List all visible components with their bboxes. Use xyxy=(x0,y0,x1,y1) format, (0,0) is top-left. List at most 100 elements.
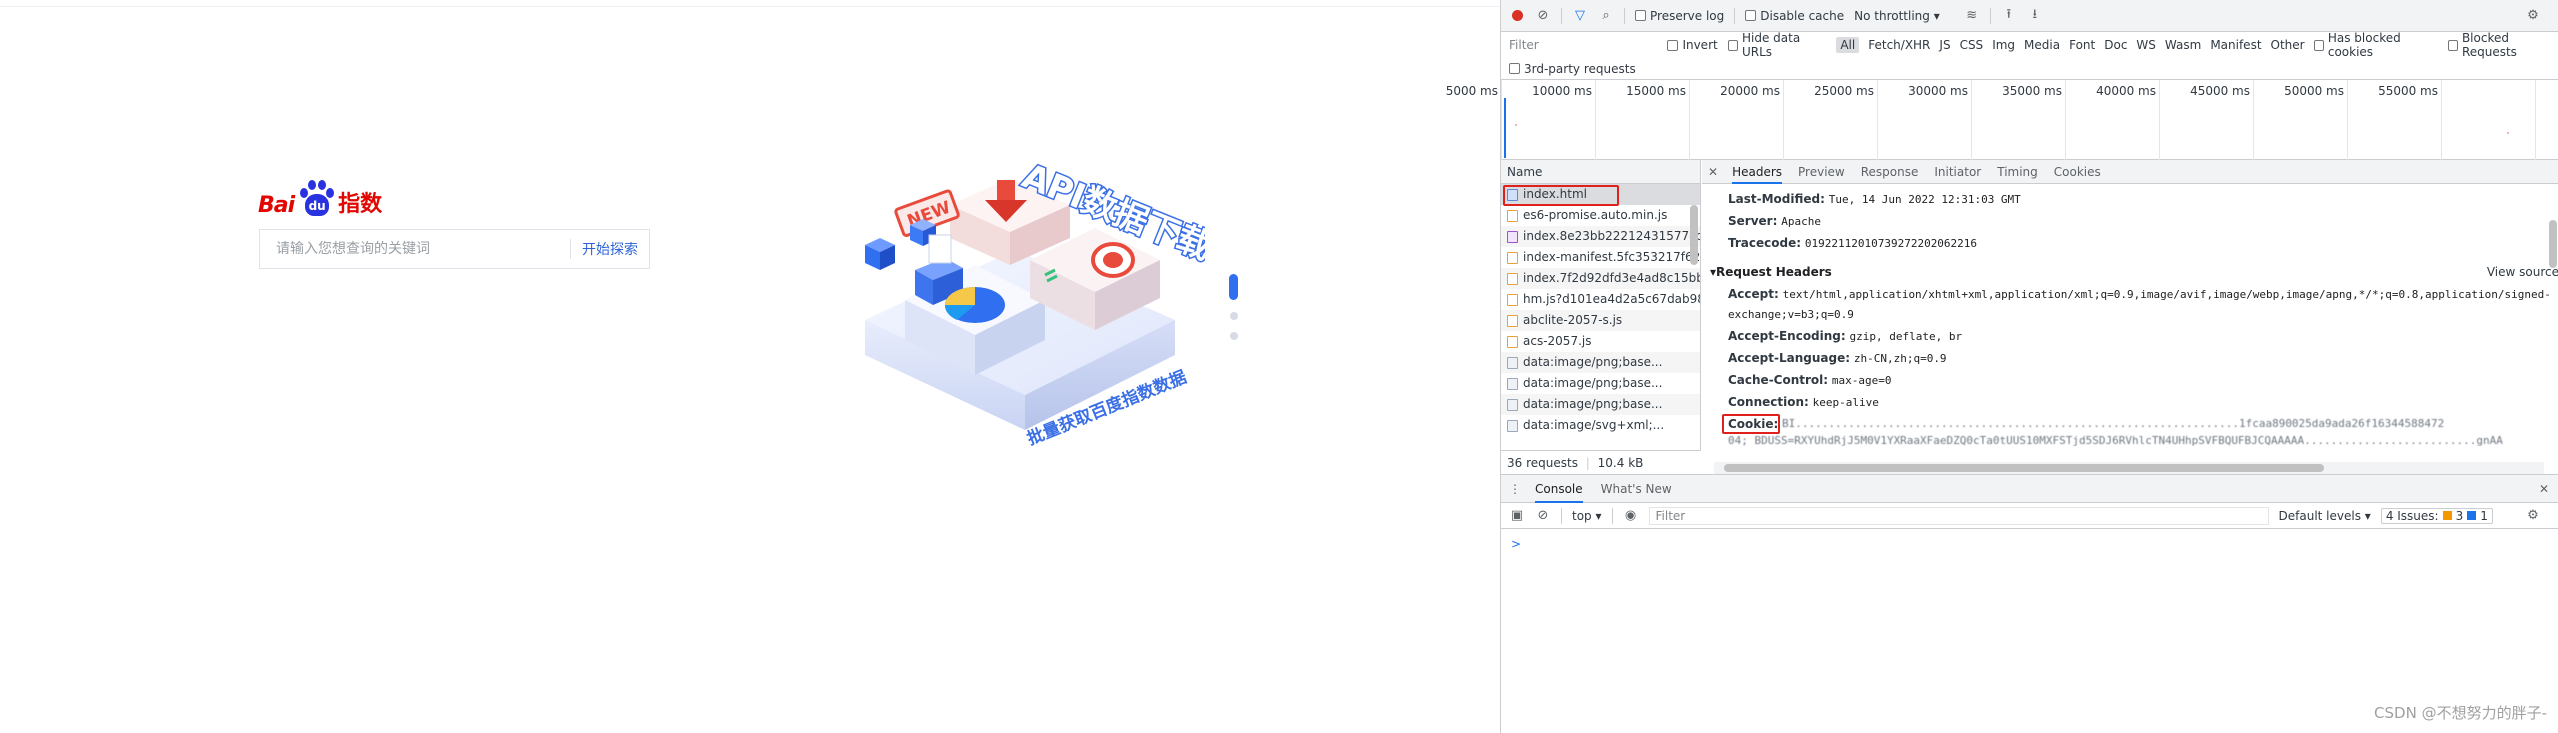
baidu-index-logo[interactable]: Bai du 指数 xyxy=(258,176,382,218)
hide-data-urls-checkbox[interactable]: Hide data URLs xyxy=(1727,31,1827,59)
throttling-select[interactable]: No throttling ▾ xyxy=(1854,9,1940,23)
script-icon xyxy=(1507,335,1518,348)
timeline-request-bar xyxy=(1504,98,1506,158)
request-row[interactable]: data:image/png;base... xyxy=(1501,394,1700,415)
close-icon[interactable]: ✕ xyxy=(1708,165,1718,179)
request-row[interactable]: abclite-2057-s.js xyxy=(1501,310,1700,331)
keyword-search-box: 开始探索 xyxy=(259,229,650,269)
log-levels-select[interactable]: Default levels ▾ xyxy=(2279,509,2371,523)
eye-icon[interactable]: ◉ xyxy=(1623,508,1639,524)
script-icon xyxy=(1507,272,1518,285)
request-row[interactable]: index.8e23bb22212431577cc xyxy=(1501,226,1700,247)
header-accept-continued: exchange;v=b3;q=0.9 xyxy=(1728,308,1854,321)
type-filter-js[interactable]: JS xyxy=(1939,38,1950,52)
filter-icon[interactable]: ▽ xyxy=(1572,8,1588,24)
type-filter-ws[interactable]: WS xyxy=(2136,38,2155,52)
carousel-dot[interactable] xyxy=(1230,332,1238,340)
third-party-requests-checkbox[interactable]: 3rd-party requests xyxy=(1509,62,1636,76)
timeline-tick: 5000 ms xyxy=(1446,80,1502,160)
start-explore-button[interactable]: 开始探索 xyxy=(571,239,649,259)
carousel-dot-active[interactable] xyxy=(1229,274,1238,300)
type-filter-font[interactable]: Font xyxy=(2069,38,2095,52)
record-icon[interactable] xyxy=(1509,8,1525,24)
timeline-tick xyxy=(2535,80,2536,160)
console-filter-input[interactable]: Filter xyxy=(1648,506,2269,525)
tab-timing[interactable]: Timing xyxy=(1997,160,2038,184)
type-filter-fetch-xhr[interactable]: Fetch/XHR xyxy=(1868,38,1930,52)
issues-counter[interactable]: 4 Issues: 3 1 xyxy=(2380,507,2493,524)
drawer-menu-icon[interactable]: ⋮ xyxy=(1509,482,1521,496)
api-download-illustration[interactable]: NEW API数据下载 批量获取百度指数数据 xyxy=(845,140,1205,480)
type-filter-img[interactable]: Img xyxy=(1992,38,2015,52)
invert-checkbox[interactable]: Invert xyxy=(1667,38,1718,52)
disable-cache-label: Disable cache xyxy=(1760,8,1845,23)
request-row[interactable]: data:image/png;base... xyxy=(1501,373,1700,394)
tab-response[interactable]: Response xyxy=(1861,160,1919,184)
close-drawer-icon[interactable]: ✕ xyxy=(2539,482,2549,496)
tab-preview[interactable]: Preview xyxy=(1798,160,1845,184)
script-icon xyxy=(1507,209,1518,222)
tab-initiator[interactable]: Initiator xyxy=(1934,160,1981,184)
tab-cookies[interactable]: Cookies xyxy=(2054,160,2101,184)
request-row[interactable]: es6-promise.auto.min.js xyxy=(1501,205,1700,226)
type-filter-other[interactable]: Other xyxy=(2271,38,2305,52)
chevron-down-icon: ▾ xyxy=(1933,8,1940,23)
preserve-log-label: Preserve log xyxy=(1650,8,1725,23)
keyword-search-input[interactable] xyxy=(260,231,570,267)
console-settings-gear-icon[interactable]: ⚙ xyxy=(2525,508,2541,524)
headers-content: Last-Modified: Tue, 14 Jun 2022 12:31:03… xyxy=(1702,186,2558,446)
network-overview-timeline[interactable]: 5000 ms 10000 ms 15000 ms 20000 ms 25000… xyxy=(1446,80,2558,160)
network-filter-bar: Filter Invert Hide data URLs All Fetch/X… xyxy=(1501,31,2558,59)
has-blocked-cookies-checkbox[interactable]: Has blocked cookies xyxy=(2313,31,2440,59)
export-har-icon[interactable]: ⭳ xyxy=(2027,7,2043,24)
image-icon xyxy=(1507,356,1518,369)
request-row[interactable]: data:image/png;base... xyxy=(1501,352,1700,373)
request-row[interactable]: index-manifest.5fc353217f623 xyxy=(1501,247,1700,268)
tab-whats-new[interactable]: What's New xyxy=(1601,475,1672,503)
context-select[interactable]: top ▾ xyxy=(1572,509,1602,523)
type-filter-css[interactable]: CSS xyxy=(1960,38,1984,52)
request-row[interactable]: data:image/svg+xml;... xyxy=(1501,415,1700,436)
settings-gear-icon[interactable]: ⚙ xyxy=(2525,8,2541,24)
disable-cache-checkbox[interactable]: Disable cache xyxy=(1745,9,1844,23)
tab-headers[interactable]: Headers xyxy=(1732,160,1783,184)
detail-vertical-scrollbar[interactable] xyxy=(2549,220,2557,268)
detail-horizontal-scrollbar[interactable] xyxy=(1714,462,2544,474)
console-toolbar: ▣ ⊘ top ▾ ◉ Filter Default levels ▾ 4 Is… xyxy=(1501,503,2558,529)
sidebar-toggle-icon[interactable]: ▣ xyxy=(1509,508,1525,524)
toolbar-divider xyxy=(1989,7,1991,24)
type-filter-all[interactable]: All xyxy=(1836,37,1860,53)
request-row[interactable]: acs-2057.js xyxy=(1501,331,1700,352)
request-list-scrollbar[interactable] xyxy=(1690,205,1698,265)
clear-icon[interactable]: ⊘ xyxy=(1535,8,1551,24)
image-icon xyxy=(1507,419,1518,432)
name-column-header[interactable]: Name xyxy=(1501,160,1700,184)
preserve-log-checkbox[interactable]: Preserve log xyxy=(1635,9,1724,23)
console-prompt[interactable]: > xyxy=(1511,537,1521,551)
drawer-tabs: ⋮ Console What's New ✕ xyxy=(1501,475,2558,503)
type-filter-wasm[interactable]: Wasm xyxy=(2165,38,2201,52)
clear-console-icon[interactable]: ⊘ xyxy=(1535,508,1551,524)
carousel-dot[interactable] xyxy=(1230,312,1238,320)
header-cookie-value: BI......................................… xyxy=(1782,417,2445,430)
request-row[interactable]: hm.js?d101ea4d2a5c67dab98 xyxy=(1501,289,1700,310)
toolbar-divider xyxy=(1561,507,1562,524)
view-source-link[interactable]: View source xyxy=(2487,265,2558,279)
type-filter-media[interactable]: Media xyxy=(2024,38,2060,52)
network-filter-input[interactable]: Filter xyxy=(1509,38,1667,52)
type-filter-manifest[interactable]: Manifest xyxy=(2210,38,2261,52)
timeline-tick: 45000 ms xyxy=(2190,80,2254,160)
import-har-icon[interactable]: ⭱ xyxy=(2001,7,2017,24)
tab-console[interactable]: Console xyxy=(1535,475,1583,503)
carousel-indicator[interactable] xyxy=(1229,274,1238,340)
type-filter-doc[interactable]: Doc xyxy=(2104,38,2127,52)
header-connection: Connection: keep-alive xyxy=(1728,395,1879,409)
request-headers-section-toggle[interactable]: ▾Request Headers xyxy=(1710,265,1832,279)
request-list: Name index.html es6-promise.auto.min.js … xyxy=(1501,160,1701,494)
header-server: Server: Apache xyxy=(1728,214,1821,228)
blocked-requests-checkbox[interactable]: Blocked Requests xyxy=(2447,31,2558,59)
request-row[interactable]: index.7f2d92dfd3e4ad8c15bb xyxy=(1501,268,1700,289)
network-conditions-icon[interactable]: ≋ xyxy=(1964,8,1980,24)
timeline-tick: 15000 ms xyxy=(1626,80,1690,160)
search-icon[interactable]: ⌕ xyxy=(1598,8,1614,24)
